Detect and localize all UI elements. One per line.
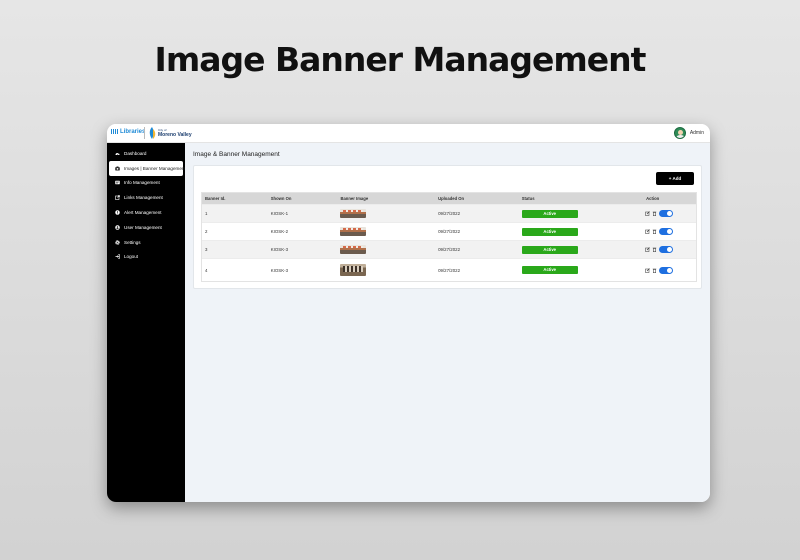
status-badge: Active (521, 266, 578, 274)
sidebar-item-dashboard[interactable]: Dashboard (107, 146, 185, 161)
banner-image-cell (338, 264, 436, 276)
action-cell (609, 210, 696, 217)
shown-on-cell: KIOSK-3 (270, 267, 289, 273)
edit-icon[interactable] (644, 229, 650, 234)
shown-on-cell: KIOSK-1 (270, 211, 289, 216)
banner-image-cell (338, 227, 436, 236)
logout-icon (115, 254, 120, 260)
hero-title: Image Banner Management (154, 40, 647, 79)
action-cell (609, 266, 696, 274)
banner-id-cell: 2 (205, 229, 208, 234)
uploaded-on-cell: 09/27/2022 (438, 267, 461, 273)
edit-icon[interactable] (644, 267, 650, 273)
edit-icon[interactable] (644, 247, 650, 252)
sidebar-item-label: Logout (124, 254, 139, 260)
column-header-action: Action (646, 196, 660, 201)
app-window: Libraries City of Moreno Valley Admin Da… (107, 124, 710, 502)
admin-label: Admin (689, 130, 704, 136)
sidebar-item-label: Settings (124, 239, 141, 245)
main-content: Image & Banner Management + Add Banner I… (185, 143, 710, 502)
status-cell: Active (520, 227, 610, 236)
status-toggle[interactable] (658, 266, 673, 274)
avatar[interactable] (673, 127, 686, 139)
banner-thumbnail[interactable] (340, 264, 367, 276)
banner-id-cell: 4 (205, 267, 208, 273)
action-cell (609, 246, 696, 253)
banner-thumbnail[interactable] (340, 227, 367, 236)
table-header: Banner Id. Shown On Banner Image Uploade… (202, 193, 696, 204)
uploaded-on-cell: 09/27/2022 (438, 229, 461, 234)
libraries-logo[interactable]: Libraries (111, 129, 145, 135)
status-toggle[interactable] (658, 210, 673, 217)
top-bar: Libraries City of Moreno Valley Admin (107, 124, 710, 143)
status-cell: Active (520, 245, 610, 254)
sidebar-item-label: Links Management (124, 195, 163, 201)
camera-icon (115, 166, 120, 171)
delete-icon[interactable] (652, 268, 657, 273)
admin-menu[interactable]: Admin (673, 127, 704, 139)
logo-divider (144, 127, 145, 139)
libraries-logo-text: Libraries (120, 129, 146, 135)
sidebar-item-label: Dashboard (124, 150, 147, 156)
table-row[interactable]: 2 KIOSK-2 09/27/2022 Active (202, 222, 696, 240)
user-icon (115, 225, 120, 230)
delete-icon[interactable] (652, 247, 657, 252)
banner-image-cell (338, 209, 436, 218)
table-row[interactable]: 1 KIOSK-1 09/27/2022 Active (202, 204, 696, 222)
add-banner-button[interactable]: + Add (656, 172, 694, 185)
sidebar-item-alert[interactable]: Alert Management (107, 205, 185, 220)
info-icon (115, 180, 120, 185)
delete-icon[interactable] (652, 211, 657, 216)
page-title: Image & Banner Management (193, 151, 280, 158)
banner-image-cell (338, 245, 436, 254)
banner-thumbnail[interactable] (340, 245, 367, 254)
banner-id-cell: 3 (205, 247, 208, 252)
banner-table: Banner Id. Shown On Banner Image Uploade… (201, 192, 697, 282)
sidebar-item-links[interactable]: Links Management (107, 190, 185, 205)
sidebar: Dashboard Images | Banner Management Inf… (107, 143, 186, 502)
banner-card: + Add Banner Id. Shown On Banner Image U… (193, 165, 702, 289)
column-header-banner-image[interactable]: Banner Image (338, 196, 436, 201)
sidebar-item-info[interactable]: Info Management (107, 176, 185, 191)
sidebar-item-label: Alert Management (124, 210, 162, 216)
sidebar-item-label: Images | Banner Management (124, 165, 186, 171)
shown-on-cell: KIOSK-3 (270, 247, 289, 252)
uploaded-on-cell: 09/27/2022 (438, 247, 461, 252)
status-cell: Active (520, 266, 610, 274)
uploaded-on-cell: 09/27/2022 (438, 211, 461, 216)
sidebar-item-label: User Management (124, 224, 162, 230)
banner-thumbnail[interactable] (340, 209, 367, 218)
link-icon (115, 195, 120, 201)
moreno-valley-emblem-icon (149, 127, 156, 139)
status-toggle[interactable] (658, 228, 673, 235)
city-name-label: Moreno Valley (158, 132, 192, 138)
alert-icon (115, 210, 120, 215)
sidebar-item-users[interactable]: User Management (107, 220, 185, 235)
libraries-logo-icon (111, 129, 119, 134)
status-badge: Active (521, 227, 578, 236)
column-header-shown-on[interactable]: Shown On (269, 196, 339, 201)
table-row[interactable]: 3 KIOSK-3 09/27/2022 Active (202, 240, 696, 258)
edit-icon[interactable] (644, 211, 650, 216)
status-cell: Active (520, 209, 610, 218)
column-header-uploaded-on[interactable]: Uploaded On (436, 196, 520, 201)
column-header-banner-id[interactable]: Banner Id. (202, 196, 269, 201)
sidebar-item-images-banner[interactable]: Images | Banner Management (109, 160, 186, 176)
shown-on-cell: KIOSK-2 (270, 229, 289, 234)
status-badge: Active (521, 245, 578, 254)
delete-icon[interactable] (652, 229, 657, 234)
banner-id-cell: 1 (205, 211, 208, 216)
sidebar-item-settings[interactable]: Settings (107, 235, 185, 250)
dashboard-icon (115, 151, 120, 156)
action-cell (609, 228, 696, 235)
sidebar-item-logout[interactable]: Logout (107, 250, 185, 265)
gear-icon (115, 239, 120, 245)
status-toggle[interactable] (658, 246, 673, 253)
table-row[interactable]: 4 KIOSK-3 09/27/2022 Active (202, 258, 696, 281)
status-badge: Active (521, 209, 578, 218)
sidebar-item-label: Info Management (124, 180, 160, 186)
column-header-status[interactable]: Status (520, 196, 610, 201)
